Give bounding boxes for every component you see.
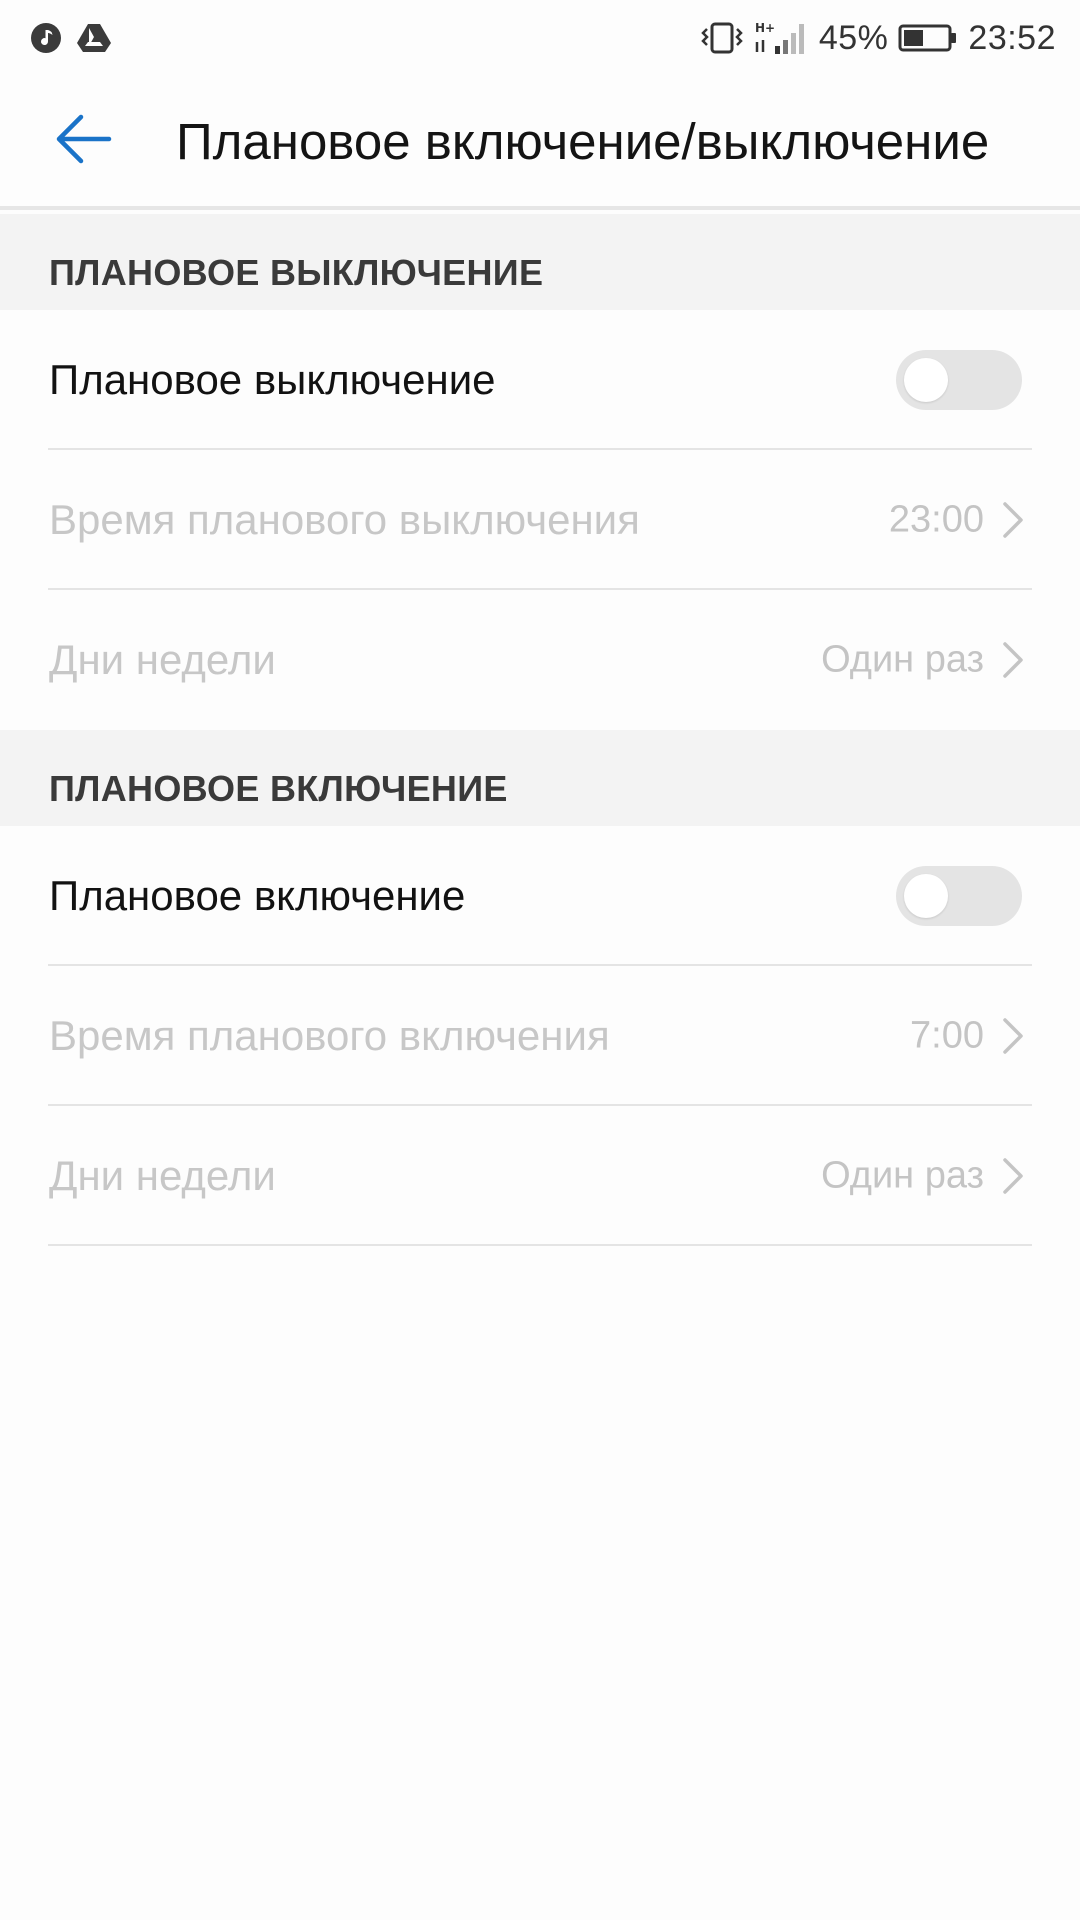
shutdown-time-row[interactable]: Время планового выключения 23:00 xyxy=(0,450,1080,590)
shutdown-days-label: Дни недели xyxy=(49,636,276,683)
chevron-right-icon xyxy=(998,1014,1028,1058)
startup-time-value: 7:00 xyxy=(910,1014,984,1057)
page-title: Плановое включение/выключение xyxy=(176,112,990,170)
shutdown-days-value: Один раз xyxy=(821,638,984,681)
section-header-startup: ПЛАНОВОЕ ВКЛЮЧЕНИЕ xyxy=(0,730,1080,826)
hplus-signal-icon: H+ xyxy=(755,20,809,56)
section-title-startup: ПЛАНОВОЕ ВКЛЮЧЕНИЕ xyxy=(49,768,508,809)
arrow-left-icon xyxy=(51,107,115,176)
chevron-right-icon xyxy=(998,638,1028,682)
startup-days-row[interactable]: Дни недели Один раз xyxy=(0,1106,1080,1246)
startup-time-row[interactable]: Время планового включения 7:00 xyxy=(0,966,1080,1106)
battery-icon xyxy=(898,22,958,54)
shutdown-time-value: 23:00 xyxy=(888,498,984,541)
shutdown-time-label: Время планового выключения xyxy=(49,496,640,543)
toggle-knob xyxy=(904,874,948,918)
divider xyxy=(48,1244,1032,1246)
section-title-shutdown: ПЛАНОВОЕ ВЫКЛЮЧЕНИЕ xyxy=(49,252,544,293)
shutdown-toggle-label: Плановое выключение xyxy=(49,356,496,403)
app-bar: Плановое включение/выключение xyxy=(0,76,1080,210)
clock: 23:52 xyxy=(968,18,1056,57)
battery-percent: 45% xyxy=(818,18,889,57)
status-right: H+ 45% 23:52 xyxy=(689,19,1056,58)
status-left xyxy=(30,22,126,54)
music-note-icon xyxy=(30,22,62,54)
shutdown-days-row[interactable]: Дни недели Один раз xyxy=(0,590,1080,730)
startup-days-value: Один раз xyxy=(821,1154,984,1197)
vibrate-icon xyxy=(699,21,745,55)
toggle-knob xyxy=(904,358,948,402)
startup-time-label: Время планового включения xyxy=(49,1012,610,1059)
status-bar: H+ 45% 23:52 xyxy=(0,0,1080,76)
svg-text:H+: H+ xyxy=(755,21,775,35)
startup-days-label: Дни недели xyxy=(49,1152,276,1199)
drive-icon xyxy=(76,22,112,54)
startup-toggle-label: Плановое включение xyxy=(49,872,466,919)
chevron-right-icon xyxy=(998,498,1028,542)
startup-toggle-row[interactable]: Плановое включение xyxy=(0,826,1080,966)
shutdown-toggle[interactable] xyxy=(896,350,1022,410)
app-root: H+ 45% 23:52 Плановое включение/выключен… xyxy=(0,0,1080,1920)
back-button[interactable] xyxy=(28,86,138,196)
shutdown-toggle-row[interactable]: Плановое выключение xyxy=(0,310,1080,450)
battery-fill xyxy=(904,30,924,46)
section-header-shutdown: ПЛАНОВОЕ ВЫКЛЮЧЕНИЕ xyxy=(0,214,1080,310)
chevron-right-icon xyxy=(998,1154,1028,1198)
startup-toggle[interactable] xyxy=(896,866,1022,926)
